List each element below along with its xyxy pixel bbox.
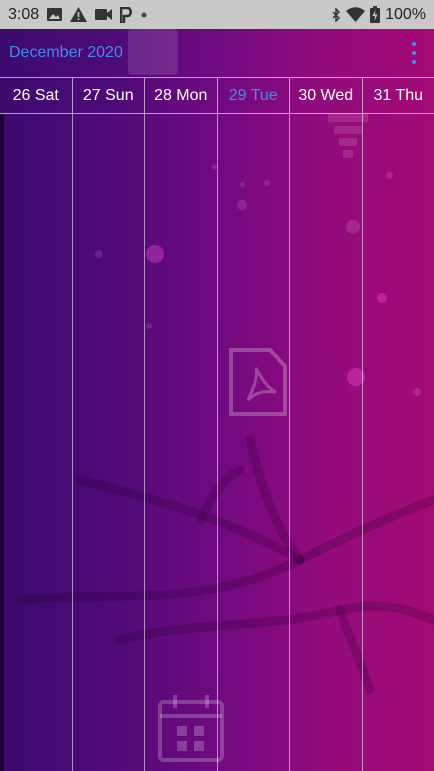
image-icon [47,7,63,22]
week-view-screen: 3:08 100% December 2020 26 Sat 27 Sun 28… [0,0,434,771]
bluetooth-icon [332,7,341,22]
day-column-sun[interactable] [73,114,145,771]
warning-icon [70,7,88,22]
day-column-mon[interactable] [145,114,218,771]
status-time: 3:08 [8,5,40,23]
video-icon [95,8,113,21]
day-header-wed[interactable]: 30 Wed [290,78,363,113]
dot-icon [141,12,147,18]
status-bar: 3:08 100% [0,0,434,29]
battery-percentage: 100% [385,5,426,23]
more-options-icon [412,42,416,46]
week-day-header: 26 Sat 27 Sun 28 Mon 29 Tue 30 Wed 31 Th… [0,77,434,114]
day-column-thu[interactable] [363,114,434,771]
week-grid [0,114,434,771]
day-header-thu[interactable]: 31 Thu [363,78,434,113]
day-header-mon[interactable]: 28 Mon [145,78,218,113]
day-column-sat[interactable] [0,114,73,771]
app-bar: December 2020 [0,29,434,77]
battery-icon [370,6,381,23]
wifi-icon [346,7,366,22]
day-column-wed[interactable] [290,114,363,771]
month-title[interactable]: December 2020 [9,44,123,62]
parking-icon [120,6,133,23]
day-column-tue[interactable] [218,114,290,771]
more-options-button[interactable] [410,42,418,64]
day-header-tue-today[interactable]: 29 Tue [218,78,290,113]
day-header-sun[interactable]: 27 Sun [73,78,145,113]
day-header-sat[interactable]: 26 Sat [0,78,73,113]
